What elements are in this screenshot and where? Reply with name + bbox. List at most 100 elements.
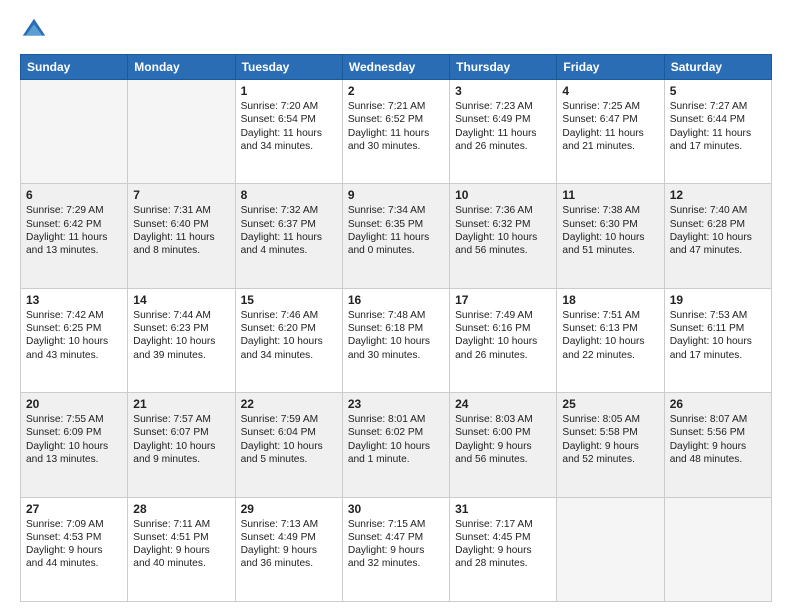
sunrise-text: Sunrise: 7:17 AM (455, 518, 551, 531)
calendar-header-wednesday: Wednesday (342, 55, 449, 80)
daylight-text: and 30 minutes. (348, 349, 444, 362)
sunrise-text: Sunrise: 7:31 AM (133, 204, 229, 217)
daylight-text: and 9 minutes. (133, 453, 229, 466)
daylight-text: Daylight: 10 hours (133, 335, 229, 348)
daylight-text: and 56 minutes. (455, 244, 551, 257)
sunset-text: Sunset: 4:47 PM (348, 531, 444, 544)
sunset-text: Sunset: 6:23 PM (133, 322, 229, 335)
day-number: 5 (670, 84, 766, 98)
day-number: 17 (455, 293, 551, 307)
sunrise-text: Sunrise: 7:57 AM (133, 413, 229, 426)
logo-icon (20, 16, 48, 44)
sunset-text: Sunset: 6:35 PM (348, 218, 444, 231)
sunset-text: Sunset: 6:30 PM (562, 218, 658, 231)
sunrise-text: Sunrise: 8:01 AM (348, 413, 444, 426)
sunrise-text: Sunrise: 7:59 AM (241, 413, 337, 426)
sunset-text: Sunset: 6:28 PM (670, 218, 766, 231)
daylight-text: Daylight: 11 hours (348, 231, 444, 244)
calendar-cell: 23Sunrise: 8:01 AMSunset: 6:02 PMDayligh… (342, 393, 449, 497)
daylight-text: Daylight: 10 hours (241, 335, 337, 348)
daylight-text: Daylight: 9 hours (26, 544, 122, 557)
calendar-week-2: 6Sunrise: 7:29 AMSunset: 6:42 PMDaylight… (21, 184, 772, 288)
day-number: 1 (241, 84, 337, 98)
daylight-text: and 30 minutes. (348, 140, 444, 153)
calendar-week-3: 13Sunrise: 7:42 AMSunset: 6:25 PMDayligh… (21, 288, 772, 392)
calendar-cell: 30Sunrise: 7:15 AMSunset: 4:47 PMDayligh… (342, 497, 449, 601)
calendar-cell: 18Sunrise: 7:51 AMSunset: 6:13 PMDayligh… (557, 288, 664, 392)
calendar-cell: 7Sunrise: 7:31 AMSunset: 6:40 PMDaylight… (128, 184, 235, 288)
sunrise-text: Sunrise: 7:21 AM (348, 100, 444, 113)
sunrise-text: Sunrise: 7:36 AM (455, 204, 551, 217)
sunrise-text: Sunrise: 7:13 AM (241, 518, 337, 531)
daylight-text: and 1 minute. (348, 453, 444, 466)
sunset-text: Sunset: 5:58 PM (562, 426, 658, 439)
daylight-text: and 32 minutes. (348, 557, 444, 570)
day-number: 10 (455, 188, 551, 202)
daylight-text: Daylight: 10 hours (26, 335, 122, 348)
daylight-text: and 26 minutes. (455, 349, 551, 362)
calendar-cell: 21Sunrise: 7:57 AMSunset: 6:07 PMDayligh… (128, 393, 235, 497)
sunrise-text: Sunrise: 8:07 AM (670, 413, 766, 426)
calendar-cell: 9 Sunrise: 7:34 AMSunset: 6:35 PMDaylight… (342, 184, 449, 288)
sunrise-text: Sunrise: 7:40 AM (670, 204, 766, 217)
calendar-cell: 20Sunrise: 7:55 AMSunset: 6:09 PMDayligh… (21, 393, 128, 497)
daylight-text: Daylight: 11 hours (670, 127, 766, 140)
day-number: 15 (241, 293, 337, 307)
sunset-text: Sunset: 4:51 PM (133, 531, 229, 544)
day-number: 24 (455, 397, 551, 411)
day-number: 11 (562, 188, 658, 202)
daylight-text: and 17 minutes. (670, 140, 766, 153)
daylight-text: Daylight: 10 hours (670, 335, 766, 348)
calendar-cell: 28Sunrise: 7:11 AMSunset: 4:51 PMDayligh… (128, 497, 235, 601)
day-number: 20 (26, 397, 122, 411)
calendar-cell (664, 497, 771, 601)
sunrise-text: Sunrise: 7:11 AM (133, 518, 229, 531)
sunset-text: Sunset: 6:52 PM (348, 113, 444, 126)
calendar-week-5: 27Sunrise: 7:09 AMSunset: 4:53 PMDayligh… (21, 497, 772, 601)
calendar-cell: 12Sunrise: 7:40 AMSunset: 6:28 PMDayligh… (664, 184, 771, 288)
daylight-text: and 17 minutes. (670, 349, 766, 362)
day-number: 3 (455, 84, 551, 98)
sunset-text: Sunset: 6:40 PM (133, 218, 229, 231)
daylight-text: Daylight: 9 hours (562, 440, 658, 453)
daylight-text: and 40 minutes. (133, 557, 229, 570)
calendar-header-friday: Friday (557, 55, 664, 80)
daylight-text: and 13 minutes. (26, 244, 122, 257)
calendar-cell (557, 497, 664, 601)
sunset-text: Sunset: 6:54 PM (241, 113, 337, 126)
daylight-text: Daylight: 11 hours (562, 127, 658, 140)
sunrise-text: Sunrise: 7:34 AM (348, 204, 444, 217)
daylight-text: Daylight: 9 hours (241, 544, 337, 557)
calendar-cell (21, 80, 128, 184)
sunset-text: Sunset: 5:56 PM (670, 426, 766, 439)
daylight-text: Daylight: 11 hours (26, 231, 122, 244)
daylight-text: Daylight: 9 hours (455, 544, 551, 557)
calendar-cell: 15Sunrise: 7:46 AMSunset: 6:20 PMDayligh… (235, 288, 342, 392)
daylight-text: Daylight: 9 hours (348, 544, 444, 557)
day-number: 16 (348, 293, 444, 307)
sunrise-text: Sunrise: 7:29 AM (26, 204, 122, 217)
daylight-text: Daylight: 9 hours (670, 440, 766, 453)
sunset-text: Sunset: 4:45 PM (455, 531, 551, 544)
daylight-text: and 26 minutes. (455, 140, 551, 153)
sunrise-text: Sunrise: 7:55 AM (26, 413, 122, 426)
calendar-header-saturday: Saturday (664, 55, 771, 80)
daylight-text: Daylight: 10 hours (562, 231, 658, 244)
calendar-cell: 26Sunrise: 8:07 AMSunset: 5:56 PMDayligh… (664, 393, 771, 497)
daylight-text: and 56 minutes. (455, 453, 551, 466)
sunset-text: Sunset: 6:18 PM (348, 322, 444, 335)
sunset-text: Sunset: 6:16 PM (455, 322, 551, 335)
sunrise-text: Sunrise: 7:25 AM (562, 100, 658, 113)
sunset-text: Sunset: 6:09 PM (26, 426, 122, 439)
day-number: 9 (348, 188, 444, 202)
day-number: 31 (455, 502, 551, 516)
calendar-cell: 2Sunrise: 7:21 AMSunset: 6:52 PMDaylight… (342, 80, 449, 184)
calendar-cell: 24Sunrise: 8:03 AMSunset: 6:00 PMDayligh… (450, 393, 557, 497)
daylight-text: and 48 minutes. (670, 453, 766, 466)
calendar-header-thursday: Thursday (450, 55, 557, 80)
sunrise-text: Sunrise: 7:49 AM (455, 309, 551, 322)
daylight-text: and 52 minutes. (562, 453, 658, 466)
day-number: 22 (241, 397, 337, 411)
day-number: 8 (241, 188, 337, 202)
calendar-cell: 6Sunrise: 7:29 AMSunset: 6:42 PMDaylight… (21, 184, 128, 288)
